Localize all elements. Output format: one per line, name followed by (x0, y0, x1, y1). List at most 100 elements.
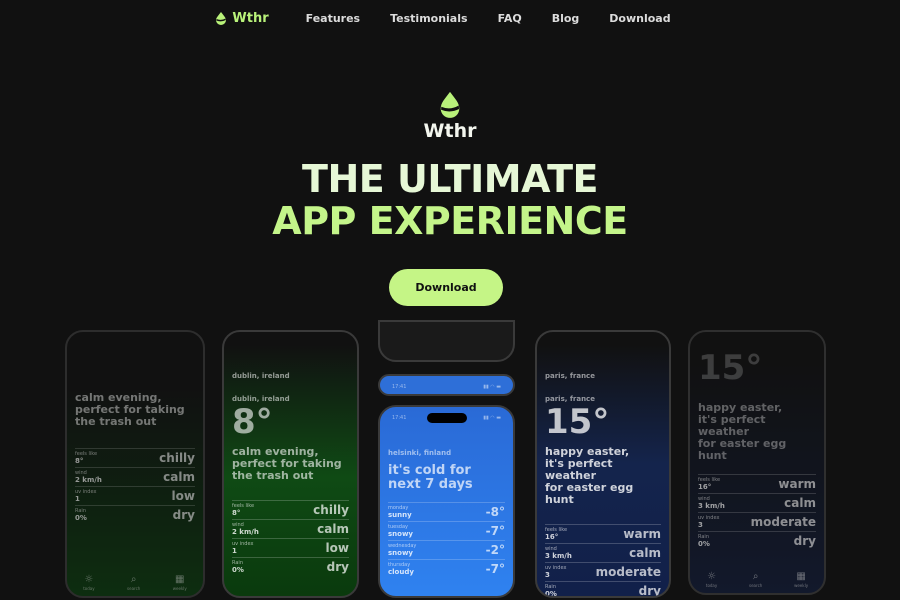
paris-rows: feels like 16° warm wind 3 km/h calm uv index 3… (545, 524, 661, 598)
metric-summary: calm (163, 470, 195, 484)
nav-brand-label: Wthr (232, 10, 269, 26)
metric-row: uv index 1 low (75, 486, 195, 505)
metric-summary: dry (638, 584, 661, 598)
metric-row: feels like 16° warm (545, 524, 661, 543)
phone-helsinki-strip: 17:41 ▮▮ ◠ ▬ (378, 374, 515, 396)
nav-brand[interactable]: Wthr (214, 10, 269, 26)
metric-row: monday sunny -8° (388, 502, 505, 521)
paris-temp: 15° (545, 402, 610, 442)
metric-value: 0% (232, 566, 244, 574)
metric-summary: dry (326, 560, 349, 574)
metric-value: 2 km/h (232, 528, 259, 536)
search-icon: ⌕ (752, 570, 759, 582)
metric-value: 3 km/h (545, 552, 572, 560)
calendar-icon: ▦ (796, 570, 806, 582)
paris-location-ghost: paris, france (545, 372, 595, 380)
metric-row: uv index 3 moderate (545, 562, 661, 581)
metric-summary: warm (623, 527, 661, 541)
paris-temp-faded: 15° (698, 348, 763, 388)
tab-label: search (749, 582, 763, 588)
metric-value: 3 (698, 521, 703, 529)
metric-summary: warm (778, 477, 816, 491)
metric-value: 1 (232, 547, 237, 555)
paris-message-faded: happy easter, it's perfect weather for eas… (698, 401, 787, 462)
metric-summary: low (325, 541, 349, 555)
metric-value: 3 (545, 571, 550, 579)
paris-message: happy easter, it's perfect weather for eas… (545, 445, 634, 506)
headline-line-2: APP EXPERIENCE (272, 199, 628, 243)
tab-label: today (83, 585, 95, 591)
nav-features[interactable]: Features (306, 12, 360, 25)
tab-label: today (705, 582, 718, 588)
metric-summary: moderate (750, 515, 816, 529)
tab-label: weekly (794, 582, 809, 588)
tab-label: search (127, 585, 141, 591)
metric-value: snowy (388, 530, 413, 538)
tab-search[interactable]: ⌕ search (127, 574, 140, 591)
status-bar: 17:41 ▮▮ ◠ ▬ (392, 415, 501, 421)
download-button[interactable]: Download (389, 269, 503, 306)
tab-today[interactable]: ☼ today (83, 574, 94, 591)
metric-value: 8° (75, 457, 84, 465)
sun-icon: ☼ (707, 570, 717, 582)
metric-value: cloudy (388, 568, 414, 576)
hero-brand: Wthr (423, 120, 477, 142)
metric-value: 0% (698, 540, 710, 548)
tab-label: weekly (172, 585, 187, 591)
metric-row: feels like 16° warm (698, 474, 816, 493)
metric-value: 1 (75, 495, 80, 503)
tab-today[interactable]: ☼ today (706, 571, 717, 588)
top-nav: Wthr Features Testimonials FAQ Blog Down… (0, 0, 900, 36)
metric-row: Rain 0% dry (698, 531, 816, 550)
nav-blog[interactable]: Blog (552, 12, 580, 25)
nav-download[interactable]: Download (609, 12, 670, 25)
helsinki-message: it's cold for next 7 days (388, 463, 473, 492)
hero-logo: Wthr (0, 90, 900, 142)
metric-value: 0% (75, 514, 87, 522)
metric-summary: calm (317, 522, 349, 536)
metric-row: feels like 8° chilly (232, 500, 349, 519)
metric-row: wind 3 km/h calm (698, 493, 816, 512)
phone-helsinki: 17:41 ▮▮ ◠ ▬ helsinki, finland it's cold … (378, 405, 515, 598)
metric-value: 16° (698, 483, 712, 491)
metric-value: 3 km/h (698, 502, 725, 510)
metric-summary: chilly (159, 451, 195, 465)
metric-row: feels like 8° chilly (75, 448, 195, 467)
metric-row: thursday cloudy -7° (388, 559, 505, 578)
paris-rows-faded: feels like 16° warm wind 3 km/h calm uv index 3… (698, 474, 816, 550)
metric-summary: calm (629, 546, 661, 560)
metric-row: Rain 0% dry (232, 557, 349, 576)
dublin-temp: 8° (232, 402, 273, 442)
nav-testimonials[interactable]: Testimonials (390, 12, 467, 25)
nav-faq[interactable]: FAQ (498, 12, 522, 25)
metric-row: wednesday snowy -2° (388, 540, 505, 559)
helsinki-forecast: monday sunny -8° tuesday snowy -7° wednesday sn… (388, 502, 505, 578)
tab-bar: ☼ today ⌕ search ▦ weekly (67, 568, 203, 596)
dublin-rows-faded: feels like 8° chilly wind 2 km/h calm uv index… (75, 448, 195, 524)
tab-weekly[interactable]: ▦ weekly (173, 574, 187, 591)
metric-summary: calm (784, 496, 816, 510)
metric-summary: low (171, 489, 195, 503)
tab-weekly[interactable]: ▦ weekly (794, 571, 808, 588)
metric-row: wind 2 km/h calm (232, 519, 349, 538)
metric-value: snowy (388, 549, 413, 557)
droplet-logo-icon (216, 12, 227, 25)
metric-summary: chilly (313, 503, 349, 517)
phone-paris: paris, france paris, france 15° happy ea… (535, 330, 671, 598)
metric-summary: -8° (485, 505, 505, 519)
status-bar: 17:41 ▮▮ ◠ ▬ (392, 384, 501, 390)
dublin-rows: feels like 8° chilly wind 2 km/h calm uv index… (232, 500, 349, 576)
metric-summary: dry (793, 534, 816, 548)
metric-row: wind 3 km/h calm (545, 543, 661, 562)
metric-row: uv index 3 moderate (698, 512, 816, 531)
helsinki-location: helsinki, finland (388, 449, 452, 457)
metric-value: 0% (545, 590, 557, 598)
metric-row: uv index 1 low (232, 538, 349, 557)
metric-value: 8° (232, 509, 241, 517)
metric-summary: -7° (485, 562, 505, 576)
dublin-location-ghost: dublin, ireland (232, 372, 290, 380)
phone-top-preview (378, 320, 515, 362)
metric-summary: -2° (485, 543, 505, 557)
phone-dublin-faded: calm evening, perfect for taking the trash… (65, 330, 205, 598)
tab-search[interactable]: ⌕ search (749, 571, 762, 588)
